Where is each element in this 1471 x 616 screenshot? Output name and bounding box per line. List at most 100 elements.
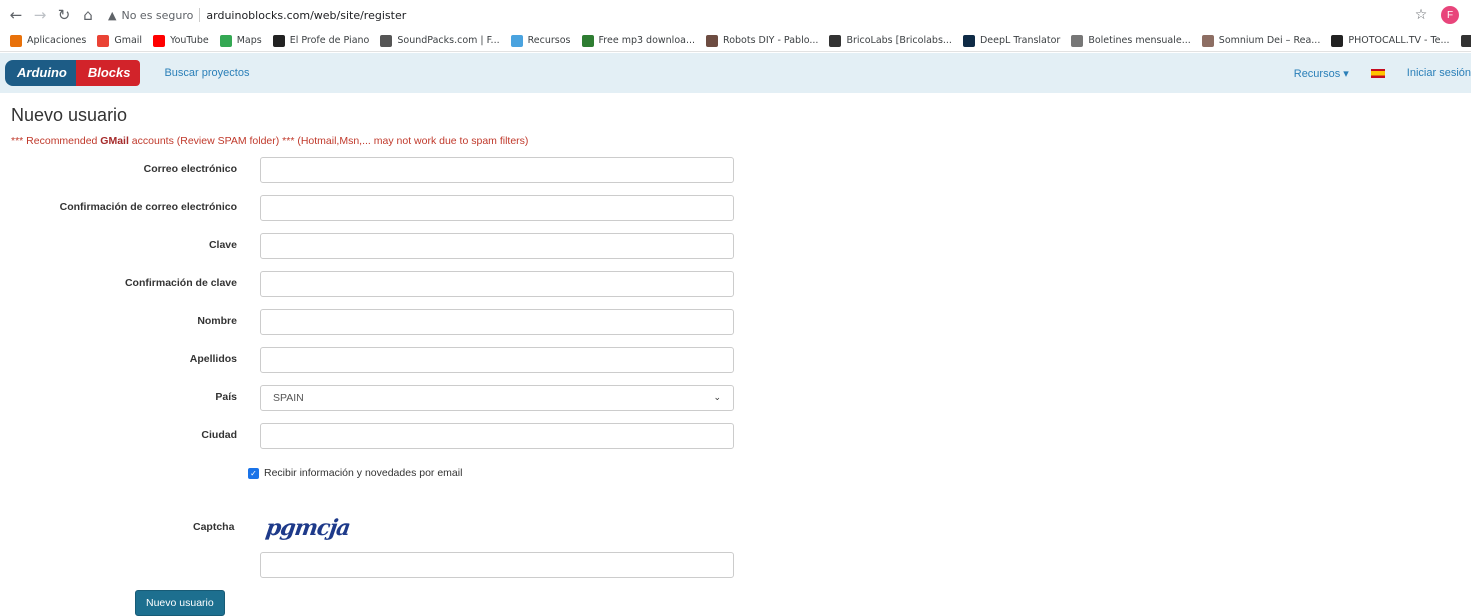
gmail-icon bbox=[97, 34, 110, 47]
bookmark-item[interactable]: Robots DIY - Pablo... bbox=[706, 34, 818, 47]
site-navbar: Arduino Blocks Buscar proyectos Recursos… bbox=[0, 53, 1471, 93]
nav-search-projects[interactable]: Buscar proyectos bbox=[164, 67, 249, 79]
bookmark-item[interactable]: DeepL Translator bbox=[962, 34, 1061, 47]
bookmark-item[interactable]: Boletines mensuale... bbox=[1071, 34, 1191, 47]
surname-row: Apellidos bbox=[0, 347, 740, 373]
bookmark-item[interactable]: El Profe de Piano bbox=[272, 34, 370, 47]
bookmark-item[interactable]: PHOTOCALL.TV - Te... bbox=[1331, 34, 1450, 47]
boletines-icon bbox=[1071, 34, 1084, 47]
profile-avatar[interactable]: F bbox=[1441, 6, 1459, 24]
bookmark-item[interactable]: Somnium Dei – Rea... bbox=[1201, 34, 1321, 47]
password-row: Clave bbox=[0, 233, 740, 259]
bookmark-label: Maps bbox=[236, 35, 262, 46]
bookmark-item[interactable]: Maps bbox=[219, 34, 262, 47]
tv-icon bbox=[1331, 34, 1344, 47]
somnium-icon bbox=[1201, 34, 1214, 47]
bookmark-label: Aplicaciones bbox=[27, 35, 87, 46]
mp3-icon bbox=[581, 34, 594, 47]
register-page: Nuevo usuario *** Recommended GMail acco… bbox=[0, 93, 1471, 616]
bookmark-label: El Profe de Piano bbox=[289, 35, 370, 46]
password-confirm-field[interactable] bbox=[260, 271, 734, 297]
country-select[interactable]: SPAIN ⌄ bbox=[260, 385, 734, 411]
name-row: Nombre bbox=[0, 309, 740, 335]
password-confirm-label: Confirmación de clave bbox=[124, 277, 237, 289]
omnibox[interactable]: ▲ No es seguro arduinoblocks.com/web/sit… bbox=[108, 2, 1411, 28]
country-row: País SPAIN ⌄ bbox=[0, 385, 740, 411]
page-title: Nuevo usuario bbox=[11, 105, 128, 125]
bookmark-item[interactable]: Gmail bbox=[97, 34, 143, 47]
bookmark-item[interactable]: BricoLabs [Bricolabs... bbox=[829, 34, 952, 47]
spam-notice: *** Recommended GMail accounts (Review S… bbox=[11, 135, 528, 147]
maps-icon bbox=[219, 34, 232, 47]
bookmark-label: SoundPacks.com | F... bbox=[397, 35, 500, 46]
notice-prefix: *** Recommended bbox=[11, 135, 101, 147]
notice-suffix: accounts (Review SPAM folder) *** (Hotma… bbox=[128, 135, 529, 147]
newsletter-checkbox[interactable]: ✓ bbox=[248, 467, 259, 479]
back-arrow-icon[interactable]: ← bbox=[4, 3, 28, 27]
surname-label: Apellidos bbox=[189, 353, 237, 365]
name-field[interactable] bbox=[260, 309, 734, 335]
captcha-label: Captcha bbox=[193, 521, 235, 533]
omnibox-divider bbox=[199, 8, 201, 22]
email-field[interactable] bbox=[260, 157, 734, 183]
city-field[interactable] bbox=[260, 423, 734, 449]
email-row: Correo electrónico bbox=[0, 157, 740, 183]
bookmark-label: BricoLabs [Bricolabs... bbox=[846, 35, 952, 46]
bookmark-label: PHOTOCALL.TV - Te... bbox=[1348, 35, 1450, 46]
surname-field[interactable] bbox=[260, 347, 734, 373]
piano-icon bbox=[272, 34, 285, 47]
bookmark-star-icon[interactable]: ☆ bbox=[1411, 7, 1431, 23]
city-label: Ciudad bbox=[201, 429, 237, 441]
warning-triangle-icon[interactable]: ▲ bbox=[108, 9, 116, 22]
bricolabs-icon bbox=[829, 34, 842, 47]
reload-icon[interactable]: ↻ bbox=[52, 3, 76, 27]
bookmark-item[interactable]: SoundPacks.com | F... bbox=[380, 34, 500, 47]
email-label: Correo electrónico bbox=[143, 163, 237, 175]
bookmark-label: Somnium Dei – Rea... bbox=[1218, 35, 1321, 46]
spain-flag-icon[interactable] bbox=[1370, 68, 1385, 78]
soundpacks-icon bbox=[380, 34, 393, 47]
logo-blocks-part: Blocks bbox=[75, 60, 141, 86]
password-field[interactable] bbox=[260, 233, 734, 259]
logo-arduino-part: Arduino bbox=[5, 60, 76, 86]
email-confirm-label: Confirmación de correo electrónico bbox=[59, 201, 237, 213]
bookmark-item[interactable]: YouTube bbox=[153, 34, 209, 47]
security-label[interactable]: No es seguro bbox=[121, 9, 193, 22]
bookmark-label: Boletines mensuale... bbox=[1088, 35, 1191, 46]
robots-icon bbox=[706, 34, 719, 47]
password-confirm-row: Confirmación de clave bbox=[0, 271, 740, 297]
bookmark-label: DeepL Translator bbox=[979, 35, 1061, 46]
notice-gmail: GMail bbox=[100, 135, 129, 147]
home-icon[interactable]: ⌂ bbox=[76, 3, 100, 27]
newsletter-label[interactable]: Recibir información y novedades por emai… bbox=[264, 467, 462, 479]
city-row: Ciudad bbox=[0, 423, 740, 449]
bookmark-label: Gmail bbox=[114, 35, 143, 46]
url-text[interactable]: arduinoblocks.com/web/site/register bbox=[206, 9, 406, 22]
youtube-icon bbox=[153, 34, 166, 47]
bookmark-item[interactable]: Free mp3 downloa... bbox=[581, 34, 696, 47]
forward-arrow-icon[interactable]: → bbox=[28, 3, 52, 27]
email-confirm-row: Confirmación de correo electrónico bbox=[0, 195, 740, 221]
recursos-icon bbox=[510, 34, 523, 47]
bookmark-label: Recursos bbox=[527, 35, 571, 46]
country-label: País bbox=[215, 391, 237, 403]
arduinoblocks-logo[interactable]: Arduino Blocks bbox=[5, 60, 141, 86]
password-label: Clave bbox=[208, 239, 237, 251]
bookmark-item[interactable]: Alterna bbox=[1460, 34, 1471, 47]
newsletter-row: ✓ Recibir información y novedades por em… bbox=[248, 467, 462, 479]
captcha-field[interactable] bbox=[260, 552, 734, 578]
deepl-icon bbox=[962, 34, 975, 47]
submit-new-user-button[interactable]: Nuevo usuario bbox=[135, 590, 225, 616]
bookmark-item[interactable]: Recursos bbox=[510, 34, 571, 47]
country-value: SPAIN bbox=[273, 392, 304, 404]
nav-login[interactable]: Iniciar sesión bbox=[1407, 67, 1471, 79]
browser-address-bar: ← → ↻ ⌂ ▲ No es seguro arduinoblocks.com… bbox=[0, 0, 1471, 30]
captcha-image: pgmcja bbox=[264, 515, 352, 541]
bookmark-label: Free mp3 downloa... bbox=[598, 35, 696, 46]
bookmarks-bar: Aplicaciones Gmail YouTube Maps El Profe de … bbox=[0, 30, 1471, 52]
bookmark-item[interactable]: Aplicaciones bbox=[10, 34, 87, 47]
bookmark-label: YouTube bbox=[170, 35, 209, 46]
email-confirm-field[interactable] bbox=[260, 195, 734, 221]
chevron-down-icon: ⌄ bbox=[713, 393, 721, 403]
nav-resources-dropdown[interactable]: Recursos ▾ bbox=[1294, 67, 1349, 80]
